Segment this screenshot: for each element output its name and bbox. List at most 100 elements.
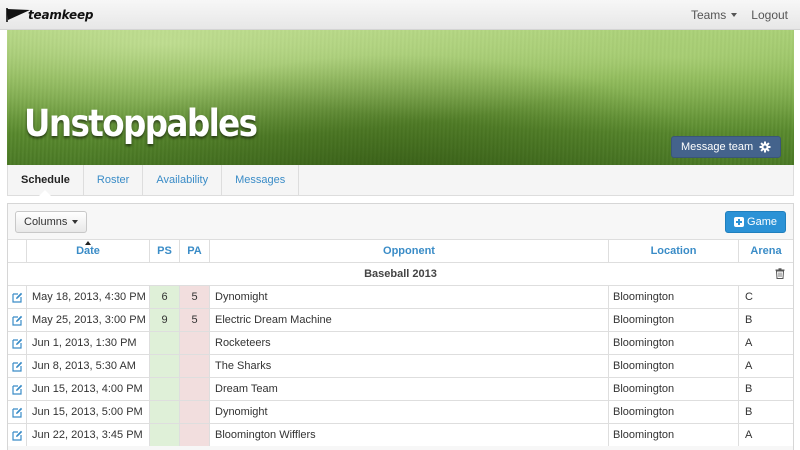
gear-icon[interactable] xyxy=(759,141,771,153)
teamkeep-logo[interactable]: teamkeep xyxy=(6,6,93,24)
points-allowed: 5 xyxy=(180,286,210,308)
table-row: May 25, 2013, 3:00 PM 9 5 Electric Dream… xyxy=(8,308,793,331)
schedule-panel: Columns Game Date PS PA Opponent Locatio… xyxy=(7,203,794,450)
table-row: Jun 15, 2013, 5:00 PM Dynomight Blooming… xyxy=(8,400,793,423)
location: Bloomington xyxy=(609,309,739,331)
teams-label: Teams xyxy=(690,8,727,22)
points-scored xyxy=(150,378,180,400)
points-scored xyxy=(150,424,180,446)
arena: A xyxy=(745,429,753,441)
points-scored: 9 xyxy=(150,309,180,331)
plus-square-icon xyxy=(734,217,745,227)
table-row: Jun 22, 2013, 3:45 PM Bloomington Wiffle… xyxy=(8,423,793,446)
table-header-row: Date PS PA Opponent Location Arena xyxy=(8,239,793,262)
arena: B xyxy=(745,314,753,326)
edit-icon xyxy=(11,361,22,372)
edit-icon xyxy=(11,384,22,395)
points-scored xyxy=(150,332,180,354)
edit-icon xyxy=(11,315,22,326)
header-opponent[interactable]: Opponent xyxy=(210,240,609,262)
game-date: May 25, 2013, 3:00 PM xyxy=(27,309,150,331)
arena: B xyxy=(745,383,753,395)
schedule-table: Date PS PA Opponent Location Arena Baseb… xyxy=(8,239,793,446)
tab-messages[interactable]: Messages xyxy=(222,165,300,195)
edit-icon xyxy=(11,407,22,418)
top-navbar: teamkeep Teams Logout xyxy=(0,0,800,30)
team-tabs: Schedule Roster Availability Messages xyxy=(7,165,794,196)
location: Bloomington xyxy=(609,424,739,446)
arena: A xyxy=(745,360,753,372)
opponent: Dynomight xyxy=(210,401,609,423)
opponent: Electric Dream Machine xyxy=(210,309,609,331)
game-date: Jun 1, 2013, 1:30 PM xyxy=(27,332,150,354)
points-allowed xyxy=(180,355,210,377)
points-scored xyxy=(150,355,180,377)
table-row: May 18, 2013, 4:30 PM 6 5 Dynomight Bloo… xyxy=(8,285,793,308)
header-location[interactable]: Location xyxy=(609,240,739,262)
season-group-row: Baseball 2013 xyxy=(8,262,793,285)
edit-icon xyxy=(11,430,22,441)
points-scored xyxy=(150,401,180,423)
tab-roster[interactable]: Roster xyxy=(84,165,144,195)
header-date[interactable]: Date xyxy=(27,240,150,262)
points-allowed xyxy=(180,332,210,354)
opponent: Dynomight xyxy=(210,286,609,308)
opponent: Rocketeers xyxy=(210,332,609,354)
team-banner: Unstoppables Message team xyxy=(7,30,794,165)
tab-schedule[interactable]: Schedule xyxy=(8,165,84,196)
caret-down-icon xyxy=(72,220,79,224)
team-name-heading: Unstoppables xyxy=(24,102,258,145)
message-team-button[interactable]: Message team xyxy=(671,136,781,158)
tab-availability[interactable]: Availability xyxy=(143,165,223,195)
header-ps[interactable]: PS xyxy=(150,240,180,262)
message-team-label: Message team xyxy=(681,141,754,153)
columns-dropdown-button[interactable]: Columns xyxy=(15,211,88,233)
location: Bloomington xyxy=(609,332,739,354)
points-allowed: 5 xyxy=(180,309,210,331)
arena: A xyxy=(745,337,753,349)
game-date: Jun 22, 2013, 3:45 PM xyxy=(27,424,150,446)
points-allowed xyxy=(180,424,210,446)
points-scored: 6 xyxy=(150,286,180,308)
sort-ascending-icon xyxy=(85,241,91,245)
edit-game-button[interactable] xyxy=(8,332,27,354)
add-game-label: Game xyxy=(747,216,777,228)
logout-link[interactable]: Logout xyxy=(751,8,788,22)
caret-down-icon xyxy=(731,13,738,17)
trash-icon[interactable] xyxy=(775,268,785,279)
teams-dropdown[interactable]: Teams xyxy=(690,8,738,22)
arena: B xyxy=(745,406,753,418)
season-group-label: Baseball 2013 xyxy=(364,268,437,280)
edit-game-button[interactable] xyxy=(8,378,27,400)
header-date-label: Date xyxy=(76,245,100,257)
points-allowed xyxy=(180,401,210,423)
location: Bloomington xyxy=(609,355,739,377)
arena: C xyxy=(745,291,753,303)
table-row: Jun 8, 2013, 5:30 AM The Sharks Blooming… xyxy=(8,354,793,377)
edit-game-button[interactable] xyxy=(8,355,27,377)
edit-game-button[interactable] xyxy=(8,401,27,423)
opponent: The Sharks xyxy=(210,355,609,377)
table-row: Jun 15, 2013, 4:00 PM Dream Team Bloomin… xyxy=(8,377,793,400)
table-row: Jun 1, 2013, 1:30 PM Rocketeers Blooming… xyxy=(8,331,793,354)
edit-game-button[interactable] xyxy=(8,286,27,308)
logo-text: teamkeep xyxy=(28,8,94,22)
header-edit-column xyxy=(8,240,27,262)
game-date: Jun 15, 2013, 4:00 PM xyxy=(27,378,150,400)
opponent: Dream Team xyxy=(210,378,609,400)
header-pa[interactable]: PA xyxy=(180,240,210,262)
location: Bloomington xyxy=(609,286,739,308)
edit-game-button[interactable] xyxy=(8,309,27,331)
columns-label: Columns xyxy=(24,216,68,228)
location: Bloomington xyxy=(609,401,739,423)
game-date: Jun 8, 2013, 5:30 AM xyxy=(27,355,150,377)
opponent: Bloomington Wifflers xyxy=(210,424,609,446)
game-date: Jun 15, 2013, 5:00 PM xyxy=(27,401,150,423)
location: Bloomington xyxy=(609,378,739,400)
add-game-button[interactable]: Game xyxy=(725,211,786,233)
edit-icon xyxy=(11,292,22,303)
edit-game-button[interactable] xyxy=(8,424,27,446)
edit-icon xyxy=(11,338,22,349)
header-arena[interactable]: Arena xyxy=(739,240,793,262)
game-date: May 18, 2013, 4:30 PM xyxy=(27,286,150,308)
